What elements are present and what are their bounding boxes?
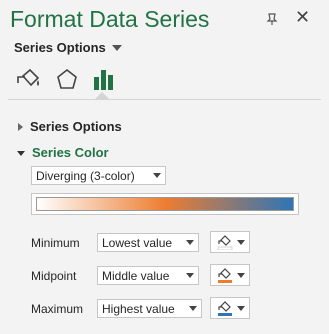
chevron-right-icon (18, 122, 23, 131)
fill-bucket-icon (217, 235, 233, 250)
bar-chart-icon (94, 70, 113, 90)
midpoint-select[interactable]: Middle value (97, 266, 199, 285)
color-scheme-value: Diverging (3-color) (36, 168, 135, 183)
chevron-down-icon (237, 239, 245, 245)
pin-pane-icon[interactable] (264, 12, 280, 26)
pane-title: Format Data Series (10, 6, 210, 32)
fill-bucket-icon (218, 268, 232, 283)
series-color-section-header[interactable]: Series Color (17, 145, 109, 160)
gradient-preview (31, 193, 299, 215)
fill-bucket-icon (17, 68, 40, 87)
effects-tab[interactable] (52, 66, 82, 94)
chevron-down-icon (189, 306, 197, 311)
fill-line-tab[interactable] (16, 66, 46, 94)
series-color-section-label: Series Color (32, 145, 109, 160)
maximum-label: Maximum (31, 302, 84, 316)
series-options-section-header[interactable]: Series Options (18, 119, 122, 134)
midpoint-value: Middle value (102, 268, 170, 283)
minimum-select[interactable]: Lowest value (97, 233, 199, 252)
maximum-value: Highest value (102, 301, 175, 316)
maximum-color-button[interactable] (210, 297, 250, 319)
gradient-bar (36, 197, 294, 211)
midpoint-label: Midpoint (31, 269, 77, 283)
chevron-down-icon (237, 272, 245, 278)
close-icon[interactable]: ✕ (295, 8, 310, 26)
pentagon-icon (57, 68, 77, 89)
tab-divider (8, 99, 321, 100)
midpoint-color-button[interactable] (210, 264, 250, 286)
minimum-label: Minimum (31, 236, 80, 250)
chevron-down-icon (111, 44, 122, 51)
series-options-section-label: Series Options (30, 119, 122, 134)
active-tab-indicator (95, 92, 109, 99)
series-options-tab[interactable] (88, 66, 118, 94)
chevron-down-icon (186, 240, 194, 245)
fill-bucket-icon (218, 301, 232, 316)
color-scheme-select[interactable]: Diverging (3-color) (31, 166, 166, 185)
chevron-down-icon (17, 150, 25, 156)
chevron-down-icon (186, 273, 194, 278)
chevron-down-icon (237, 305, 245, 311)
series-options-dropdown[interactable]: Series Options (14, 40, 122, 55)
minimum-value: Lowest value (102, 235, 173, 250)
chevron-down-icon (153, 173, 161, 178)
minimum-color-button[interactable] (210, 231, 250, 253)
series-options-dropdown-label: Series Options (14, 40, 106, 55)
maximum-select[interactable]: Highest value (97, 299, 202, 318)
